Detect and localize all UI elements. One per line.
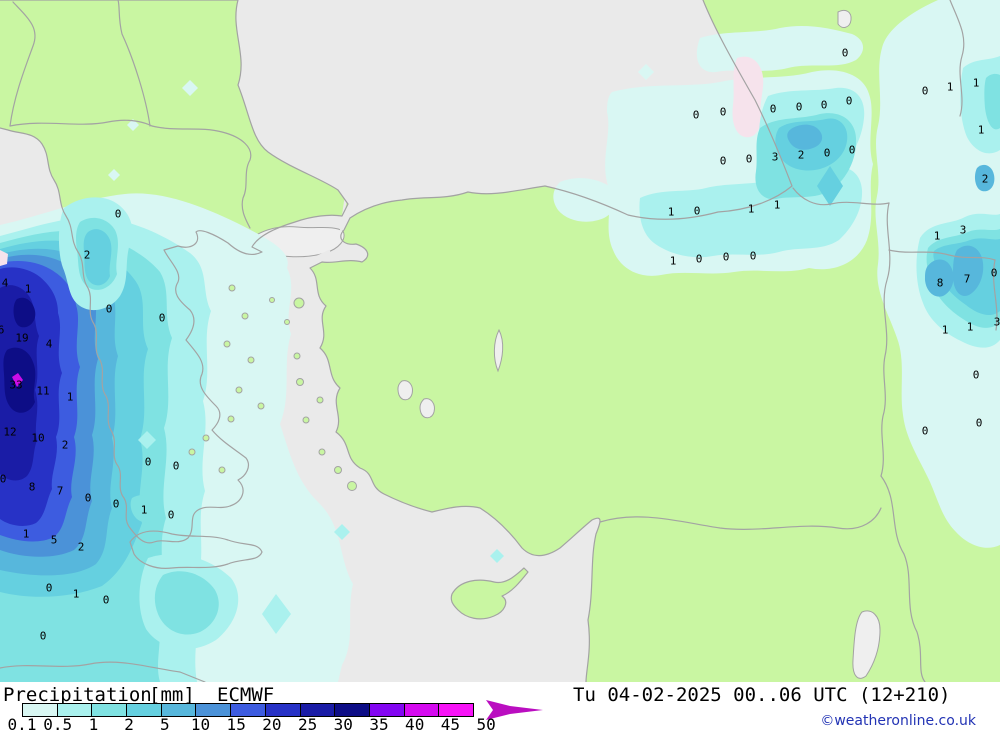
precip-value-label: 1 xyxy=(967,321,974,334)
legend-tick: 50 xyxy=(476,715,495,733)
precip-value-label: 0 xyxy=(115,208,122,221)
precip-value-label: 0 xyxy=(922,85,929,98)
precip-value-label: 0 xyxy=(846,95,853,108)
precip-value-label: 0 xyxy=(750,250,757,263)
precip-value-label: 0 xyxy=(720,155,727,168)
precip-value-label: 5 xyxy=(51,534,58,547)
precip-value-label: 0 xyxy=(976,417,983,430)
precip-value-label: 0 xyxy=(113,498,120,511)
precip-value-label: 0 xyxy=(991,267,998,280)
precip-value-label: 0 xyxy=(842,47,849,60)
precip-value-label: 1 xyxy=(668,206,675,219)
legend-tick: 1 xyxy=(89,715,99,733)
precip-value-label: 7 xyxy=(964,273,971,286)
precip-value-label: 0 xyxy=(746,153,753,166)
precip-value-label: 0 xyxy=(922,425,929,438)
legend-tick: 35 xyxy=(369,715,388,733)
precip-value-label: 1 xyxy=(973,77,980,90)
legend-tick: 15 xyxy=(227,715,246,733)
precip-value-label: 7 xyxy=(57,485,64,498)
precip-value-label: 0 xyxy=(46,582,53,595)
precip-value-label: 33 xyxy=(9,379,22,392)
precip-value-label: 0 xyxy=(173,460,180,473)
precip-value-label: 4 xyxy=(2,277,9,290)
legend-tick: 0.5 xyxy=(43,715,72,733)
precip-value-label: 0 xyxy=(720,106,727,119)
precip-value-label: 2 xyxy=(982,173,989,186)
precip-value-label: 10 xyxy=(31,432,44,445)
precip-value-label: 0 xyxy=(849,144,856,157)
legend-tick: 5 xyxy=(160,715,170,733)
precip-value-label: 0 xyxy=(821,99,828,112)
lake-small-1 xyxy=(398,381,412,400)
precip-value-label: 1 xyxy=(141,504,148,517)
precip-value-label: 1 xyxy=(947,81,954,94)
precip-value-label: 1 xyxy=(25,283,32,296)
precip-value-label: 1 xyxy=(934,230,941,243)
precip-value-label: 4 xyxy=(46,338,53,351)
precip-value-label: 3 xyxy=(960,224,967,237)
precip-value-label: 1 xyxy=(73,588,80,601)
precip-value-label: 1 xyxy=(67,391,74,404)
precip-value-label: 2 xyxy=(78,541,85,554)
precip-value-label: 1 xyxy=(748,203,755,216)
precip-value-label: 0 xyxy=(0,473,6,486)
legend-tick: 45 xyxy=(441,715,460,733)
precip-value-label: 0 xyxy=(103,594,110,607)
precip-value-label: 0 xyxy=(168,509,175,522)
precip-value-label: 0 xyxy=(796,101,803,114)
map-canvas: 0200416194331111210208700152010000100000… xyxy=(0,0,1000,682)
precip-value-label: 1 xyxy=(978,124,985,137)
precip-value-label: 0 xyxy=(159,312,166,325)
precip-value-label: 11 xyxy=(36,385,49,398)
precip-value-label: 0 xyxy=(973,369,980,382)
copyright-link[interactable]: ©weatheronline.co.uk xyxy=(820,713,976,729)
precip-value-label: 19 xyxy=(15,332,28,345)
precip-value-label: 0 xyxy=(145,456,152,469)
precip-value-label: 0 xyxy=(694,205,701,218)
precip-value-label: 3 xyxy=(772,151,779,164)
precip-value-label: 2 xyxy=(84,249,91,262)
legend-tick: 40 xyxy=(405,715,424,733)
legend-tick: 2 xyxy=(124,715,134,733)
precip-value-label: 0 xyxy=(106,303,113,316)
precip-value-label: 0 xyxy=(40,630,47,643)
precip-value-label: 1 xyxy=(774,199,781,212)
precip-value-label: 6 xyxy=(0,324,4,337)
precip-value-label: 0 xyxy=(723,251,730,264)
legend-bar: Precipitation [mm] ECMWF 0.10.5125101520… xyxy=(0,682,1000,733)
precip-value-label: 1 xyxy=(670,255,677,268)
precip-value-label: 2 xyxy=(62,439,69,452)
precip-value-label: 1 xyxy=(942,324,949,337)
precip-value-label: 8 xyxy=(937,277,944,290)
precip-value-label: 0 xyxy=(824,147,831,160)
precip-value-label: 0 xyxy=(85,492,92,505)
legend-tick: 0.1 xyxy=(8,715,37,733)
datetime-label: Tu 04-02-2025 00..06 UTC (12+210) xyxy=(573,684,951,706)
black-sea-lagoon xyxy=(838,10,851,27)
legend-tick: 20 xyxy=(262,715,281,733)
lake-small-2 xyxy=(420,399,434,418)
precip-value-label: 8 xyxy=(29,481,36,494)
precip-value-label: 0 xyxy=(693,109,700,122)
precip-value-label: 12 xyxy=(3,426,16,439)
precip-value-label: 3 xyxy=(994,316,1000,329)
legend-tick: 10 xyxy=(191,715,210,733)
precip-value-label: 0 xyxy=(770,103,777,116)
legend-tick: 25 xyxy=(298,715,317,733)
precip-value-label: 1 xyxy=(23,528,30,541)
weather-map-screenshot: 0200416194331111210208700152010000100000… xyxy=(0,0,1000,733)
legend-tick: 30 xyxy=(334,715,353,733)
precip-value-label: 2 xyxy=(798,149,805,162)
precip-value-label: 0 xyxy=(696,253,703,266)
